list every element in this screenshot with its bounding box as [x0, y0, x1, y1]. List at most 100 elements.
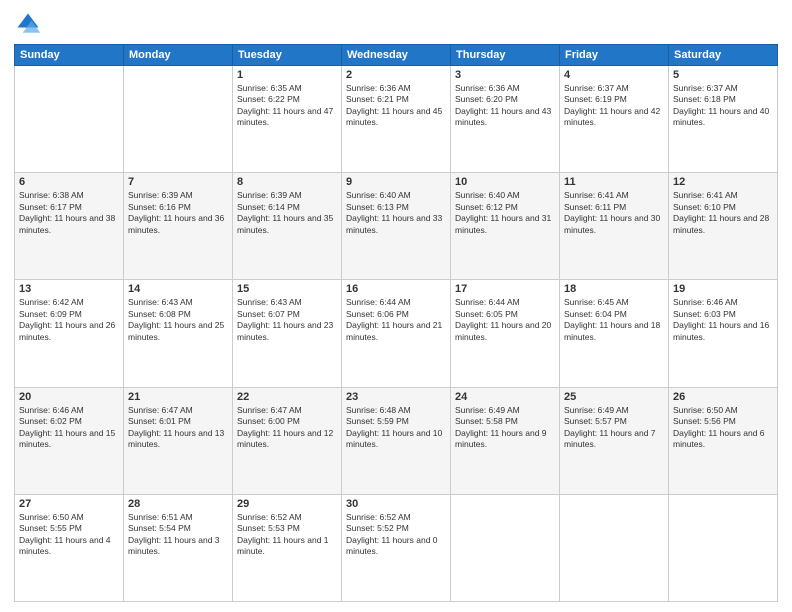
weekday-header-wednesday: Wednesday	[342, 45, 451, 66]
day-number: 25	[564, 391, 664, 403]
day-number: 27	[19, 498, 119, 510]
calendar-cell: 16 Sunrise: 6:44 AM Sunset: 6:06 PM Dayli…	[342, 280, 451, 387]
day-number: 11	[564, 176, 664, 188]
week-row-1: 1 Sunrise: 6:35 AM Sunset: 6:22 PM Daylig…	[15, 66, 778, 173]
header	[14, 10, 778, 38]
calendar-cell: 2 Sunrise: 6:36 AM Sunset: 6:21 PM Daylig…	[342, 66, 451, 173]
calendar-cell: 10 Sunrise: 6:40 AM Sunset: 6:12 PM Dayli…	[451, 173, 560, 280]
day-info: Sunrise: 6:44 AM Sunset: 6:05 PM Dayligh…	[455, 297, 555, 343]
day-number: 30	[346, 498, 446, 510]
calendar-cell: 26 Sunrise: 6:50 AM Sunset: 5:56 PM Dayli…	[669, 387, 778, 494]
day-number: 3	[455, 69, 555, 81]
calendar-cell: 27 Sunrise: 6:50 AM Sunset: 5:55 PM Dayli…	[15, 494, 124, 601]
weekday-header-tuesday: Tuesday	[233, 45, 342, 66]
calendar-cell: 19 Sunrise: 6:46 AM Sunset: 6:03 PM Dayli…	[669, 280, 778, 387]
day-number: 16	[346, 283, 446, 295]
logo	[14, 10, 46, 38]
day-info: Sunrise: 6:47 AM Sunset: 6:01 PM Dayligh…	[128, 405, 228, 451]
day-number: 24	[455, 391, 555, 403]
calendar: SundayMondayTuesdayWednesdayThursdayFrid…	[14, 44, 778, 602]
day-info: Sunrise: 6:38 AM Sunset: 6:17 PM Dayligh…	[19, 190, 119, 236]
weekday-header-sunday: Sunday	[15, 45, 124, 66]
day-number: 14	[128, 283, 228, 295]
weekday-header-row: SundayMondayTuesdayWednesdayThursdayFrid…	[15, 45, 778, 66]
day-number: 2	[346, 69, 446, 81]
calendar-cell: 21 Sunrise: 6:47 AM Sunset: 6:01 PM Dayli…	[124, 387, 233, 494]
day-number: 9	[346, 176, 446, 188]
calendar-cell	[560, 494, 669, 601]
calendar-cell: 20 Sunrise: 6:46 AM Sunset: 6:02 PM Dayli…	[15, 387, 124, 494]
calendar-cell: 12Sunrise: 6:41 AM Sunset: 6:10 PM Dayli…	[669, 173, 778, 280]
calendar-cell: 25 Sunrise: 6:49 AM Sunset: 5:57 PM Dayli…	[560, 387, 669, 494]
day-info: Sunrise: 6:46 AM Sunset: 6:03 PM Dayligh…	[673, 297, 773, 343]
day-number: 21	[128, 391, 228, 403]
calendar-cell: 1 Sunrise: 6:35 AM Sunset: 6:22 PM Daylig…	[233, 66, 342, 173]
calendar-cell: 22 Sunrise: 6:47 AM Sunset: 6:00 PM Dayli…	[233, 387, 342, 494]
day-info: Sunrise: 6:50 AM Sunset: 5:56 PM Dayligh…	[673, 405, 773, 451]
day-info: Sunrise: 6:51 AM Sunset: 5:54 PM Dayligh…	[128, 512, 228, 558]
day-number: 17	[455, 283, 555, 295]
calendar-cell: 5 Sunrise: 6:37 AM Sunset: 6:18 PM Daylig…	[669, 66, 778, 173]
day-info: Sunrise: 6:37 AM Sunset: 6:19 PM Dayligh…	[564, 83, 664, 129]
day-info: Sunrise: 6:43 AM Sunset: 6:07 PM Dayligh…	[237, 297, 337, 343]
day-info: Sunrise: 6:50 AM Sunset: 5:55 PM Dayligh…	[19, 512, 119, 558]
day-info: Sunrise: 6:48 AM Sunset: 5:59 PM Dayligh…	[346, 405, 446, 451]
calendar-cell	[124, 66, 233, 173]
day-number: 29	[237, 498, 337, 510]
day-info: Sunrise: 6:44 AM Sunset: 6:06 PM Dayligh…	[346, 297, 446, 343]
week-row-2: 6 Sunrise: 6:38 AM Sunset: 6:17 PM Daylig…	[15, 173, 778, 280]
calendar-cell: 28 Sunrise: 6:51 AM Sunset: 5:54 PM Dayli…	[124, 494, 233, 601]
day-number: 18	[564, 283, 664, 295]
day-number: 26	[673, 391, 773, 403]
day-info: Sunrise: 6:49 AM Sunset: 5:58 PM Dayligh…	[455, 405, 555, 451]
day-number: 12	[673, 176, 773, 188]
day-info: Sunrise: 6:35 AM Sunset: 6:22 PM Dayligh…	[237, 83, 337, 129]
day-number: 19	[673, 283, 773, 295]
weekday-header-monday: Monday	[124, 45, 233, 66]
calendar-cell: 6 Sunrise: 6:38 AM Sunset: 6:17 PM Daylig…	[15, 173, 124, 280]
day-number: 6	[19, 176, 119, 188]
calendar-body: 1 Sunrise: 6:35 AM Sunset: 6:22 PM Daylig…	[15, 66, 778, 602]
weekday-header-saturday: Saturday	[669, 45, 778, 66]
calendar-cell: 29 Sunrise: 6:52 AM Sunset: 5:53 PM Dayli…	[233, 494, 342, 601]
day-info: Sunrise: 6:47 AM Sunset: 6:00 PM Dayligh…	[237, 405, 337, 451]
weekday-header-thursday: Thursday	[451, 45, 560, 66]
day-info: Sunrise: 6:36 AM Sunset: 6:21 PM Dayligh…	[346, 83, 446, 129]
logo-icon	[14, 10, 42, 38]
calendar-cell: 9Sunrise: 6:40 AM Sunset: 6:13 PM Daylig…	[342, 173, 451, 280]
day-info: Sunrise: 6:52 AM Sunset: 5:53 PM Dayligh…	[237, 512, 337, 558]
day-number: 13	[19, 283, 119, 295]
calendar-cell: 7 Sunrise: 6:39 AM Sunset: 6:16 PM Daylig…	[124, 173, 233, 280]
calendar-cell: 17 Sunrise: 6:44 AM Sunset: 6:05 PM Dayli…	[451, 280, 560, 387]
day-info: Sunrise: 6:49 AM Sunset: 5:57 PM Dayligh…	[564, 405, 664, 451]
day-info: Sunrise: 6:39 AM Sunset: 6:16 PM Dayligh…	[128, 190, 228, 236]
calendar-cell: 15 Sunrise: 6:43 AM Sunset: 6:07 PM Dayli…	[233, 280, 342, 387]
day-info: Sunrise: 6:46 AM Sunset: 6:02 PM Dayligh…	[19, 405, 119, 451]
day-number: 15	[237, 283, 337, 295]
day-number: 5	[673, 69, 773, 81]
day-number: 7	[128, 176, 228, 188]
calendar-cell: 23Sunrise: 6:48 AM Sunset: 5:59 PM Dayli…	[342, 387, 451, 494]
calendar-cell: 11 Sunrise: 6:41 AM Sunset: 6:11 PM Dayli…	[560, 173, 669, 280]
day-info: Sunrise: 6:43 AM Sunset: 6:08 PM Dayligh…	[128, 297, 228, 343]
day-number: 8	[237, 176, 337, 188]
day-number: 1	[237, 69, 337, 81]
day-number: 4	[564, 69, 664, 81]
week-row-5: 27 Sunrise: 6:50 AM Sunset: 5:55 PM Dayli…	[15, 494, 778, 601]
weekday-header-friday: Friday	[560, 45, 669, 66]
day-info: Sunrise: 6:36 AM Sunset: 6:20 PM Dayligh…	[455, 83, 555, 129]
calendar-cell: 13 Sunrise: 6:42 AM Sunset: 6:09 PM Dayli…	[15, 280, 124, 387]
day-number: 22	[237, 391, 337, 403]
week-row-4: 20 Sunrise: 6:46 AM Sunset: 6:02 PM Dayli…	[15, 387, 778, 494]
day-number: 10	[455, 176, 555, 188]
day-number: 28	[128, 498, 228, 510]
day-info: Sunrise: 6:40 AM Sunset: 6:12 PM Dayligh…	[455, 190, 555, 236]
day-info: Sunrise: 6:39 AM Sunset: 6:14 PM Dayligh…	[237, 190, 337, 236]
day-info: Sunrise: 6:41 AM Sunset: 6:11 PM Dayligh…	[564, 190, 664, 236]
day-number: 20	[19, 391, 119, 403]
day-info: Sunrise: 6:37 AM Sunset: 6:18 PM Dayligh…	[673, 83, 773, 129]
week-row-3: 13 Sunrise: 6:42 AM Sunset: 6:09 PM Dayli…	[15, 280, 778, 387]
calendar-cell	[669, 494, 778, 601]
day-info: Sunrise: 6:42 AM Sunset: 6:09 PM Dayligh…	[19, 297, 119, 343]
calendar-cell: 18Sunrise: 6:45 AM Sunset: 6:04 PM Dayli…	[560, 280, 669, 387]
